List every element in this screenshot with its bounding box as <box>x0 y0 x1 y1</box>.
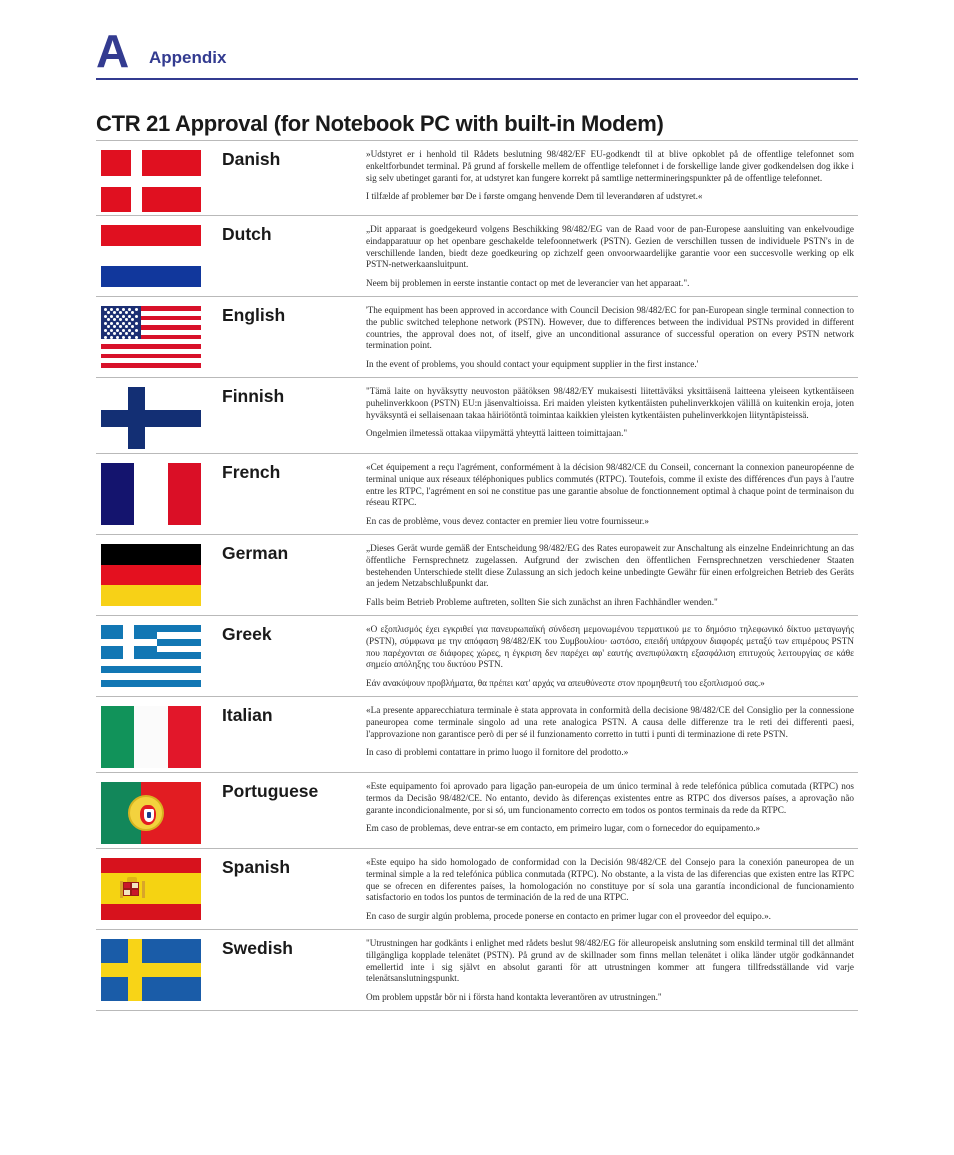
statement-paragraph: 'The equipment has been approved in acco… <box>366 304 854 351</box>
language-name: German <box>222 542 289 563</box>
statement-paragraph: „Dit apparaat is goedgekeurd volgens Bes… <box>366 224 854 270</box>
page-title: CTR 21 Approval (for Notebook PC with bu… <box>96 110 664 136</box>
approval-statement: „Dit apparaat is goedgekeurd volgens Bes… <box>366 216 858 296</box>
netherlands-flag <box>101 225 201 287</box>
statement-paragraph: «La presente apparecchiatura terminale è… <box>366 704 854 739</box>
statement-paragraph: Om problem uppstår bör ni i första hand … <box>366 992 662 1003</box>
approval-statement: «Ο εξοπλισμός έχει εγκριθεί για πανευρωπ… <box>366 616 858 696</box>
header-divider <box>96 78 858 80</box>
language-name: English <box>222 304 286 325</box>
statement-paragraph: "Utrustningen har godkänts i enlighet me… <box>366 937 854 984</box>
flag-cell <box>96 849 222 920</box>
flag-cell <box>96 297 222 368</box>
language-row: Greek «Ο εξοπλισμός έχει εγκριθεί για παν… <box>96 616 858 697</box>
statement-paragraph: In caso di problemi contattare in primo … <box>366 747 629 758</box>
approval-statement: "Tämä laite on hyväksytty neuvoston päät… <box>366 378 858 446</box>
language-name: Danish <box>222 149 281 169</box>
flag-cell <box>96 930 222 1001</box>
language-row: English 'The equipment has been approved … <box>96 297 858 378</box>
flag-cell <box>96 616 222 687</box>
language-row: Dutch „Dit apparaat is goedgekeurd volgen… <box>96 216 858 297</box>
statement-paragraph: Em caso de problemas, deve entrar-se em … <box>366 823 761 834</box>
appendix-header: A Appendix <box>96 28 858 80</box>
france-flag <box>101 462 201 525</box>
appendix-letter: A <box>96 25 129 77</box>
appendix-label: Appendix <box>149 48 227 67</box>
statement-paragraph: "Tämä laite on hyväksytty neuvoston päät… <box>366 385 854 420</box>
usa-flag <box>101 305 201 368</box>
approval-statement: »Udstyret er i henhold til Rådets beslut… <box>366 141 858 209</box>
statement-paragraph: «Cet équipement a reçu l'agrément, confo… <box>366 461 854 508</box>
flag-cell <box>96 141 222 212</box>
statement-paragraph: En cas de problème, vous devez contacter… <box>366 516 649 527</box>
germany-flag <box>101 543 201 606</box>
flag-cell <box>96 454 222 525</box>
language-approval-table: Danish »Udstyret er i henhold til Rådets … <box>96 140 858 1011</box>
finland-flag <box>101 386 201 449</box>
approval-statement: «Este equipo ha sido homologado de confo… <box>366 849 858 929</box>
language-name: Finnish <box>222 385 285 406</box>
language-row: German „Dieses Gerät wurde gemäß der Ents… <box>96 535 858 616</box>
flag-cell <box>96 216 222 287</box>
statement-paragraph: «Este equipo ha sido homologado de confo… <box>366 856 854 903</box>
flag-cell <box>96 378 222 449</box>
language-name: Swedish <box>222 937 293 958</box>
language-row: Danish »Udstyret er i henhold til Rådets … <box>96 140 858 216</box>
language-name: Italian <box>222 704 273 725</box>
statement-paragraph: In the event of problems, you should con… <box>366 359 699 370</box>
statement-paragraph: Neem bij problemen in eerste instantie c… <box>366 278 690 289</box>
italy-flag <box>101 705 201 768</box>
statement-paragraph: »Udstyret er i henhold til Rådets beslut… <box>366 149 854 183</box>
language-row: Swedish "Utrustningen har godkänts i enli… <box>96 930 858 1011</box>
denmark-flag <box>101 150 201 212</box>
language-row: Italian «La presente apparecchiatura term… <box>96 697 858 773</box>
approval-statement: "Utrustningen har godkänts i enlighet me… <box>366 930 858 1010</box>
statement-paragraph: Falls beim Betrieb Probleme auftreten, s… <box>366 597 718 608</box>
language-name: Spanish <box>222 856 291 877</box>
sweden-flag <box>101 938 201 1001</box>
statement-paragraph: I tilfælde af problemer bør De i første … <box>366 191 703 202</box>
appendix-page: A Appendix CTR 21 Approval (for Notebook… <box>0 0 954 1155</box>
statement-paragraph: «Ο εξοπλισμός έχει εγκριθεί για πανευρωπ… <box>366 623 854 670</box>
approval-statement: „Dieses Gerät wurde gemäß der Entscheidu… <box>366 535 858 615</box>
language-row: French «Cet équipement a reçu l'agrément,… <box>96 454 858 535</box>
greece-flag <box>101 624 201 687</box>
approval-statement: 'The equipment has been approved in acco… <box>366 297 858 377</box>
language-row: Finnish "Tämä laite on hyväksytty neuvost… <box>96 378 858 454</box>
language-row: Spanish «Este equipo ha sido homologado d… <box>96 849 858 930</box>
approval-statement: «Cet équipement a reçu l'agrément, confo… <box>366 454 858 534</box>
statement-paragraph: «Este equipamento foi aprovado para liga… <box>366 780 854 815</box>
approval-statement: «La presente apparecchiatura terminale è… <box>366 697 858 765</box>
language-name: Portuguese <box>222 780 319 801</box>
flag-cell <box>96 535 222 606</box>
flag-cell <box>96 773 222 844</box>
language-name: French <box>222 461 281 482</box>
language-name: Greek <box>222 623 272 644</box>
statement-paragraph: „Dieses Gerät wurde gemäß der Entscheidu… <box>366 542 854 589</box>
approval-statement: «Este equipamento foi aprovado para liga… <box>366 773 858 841</box>
language-row: Portuguese «Este equipamento foi aprovado… <box>96 773 858 849</box>
statement-paragraph: En caso de surgir algún problema, proced… <box>366 911 771 922</box>
flag-cell <box>96 697 222 768</box>
statement-paragraph: Εάν ανακύψουν προβλήματα, θα πρέπει κατ'… <box>366 678 765 689</box>
portugal-flag <box>101 781 201 844</box>
language-name: Dutch <box>222 224 272 244</box>
spain-flag <box>101 857 201 920</box>
statement-paragraph: Ongelmien ilmetessä ottakaa viipymättä y… <box>366 428 628 439</box>
